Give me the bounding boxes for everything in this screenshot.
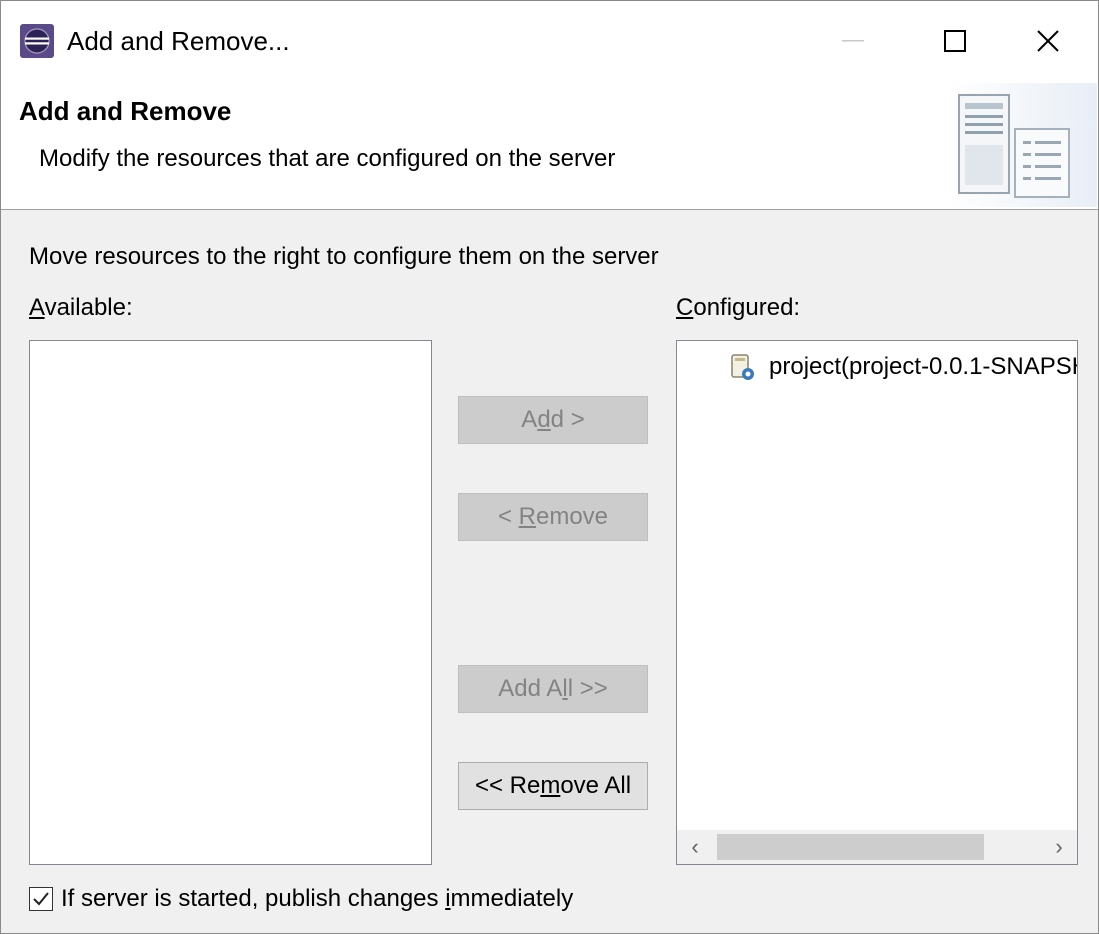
banner-title: Add and Remove [19,96,232,126]
available-label: Available: [29,292,133,324]
add-button-text-post: d > [550,406,585,433]
remove-all-button-mnemonic: m [540,772,561,799]
publish-option[interactable]: If server is started, publish changes im… [29,885,573,913]
scroll-left-icon[interactable]: ‹ [677,830,713,864]
add-all-button-text-pre: Add A [498,675,563,702]
configured-label: Configured: [676,292,800,324]
remove-all-button-text-post: ove All [560,772,632,799]
scroll-right-icon[interactable]: › [1041,830,1077,864]
available-list[interactable] [29,340,432,865]
window-title: Add and Remove... [67,26,290,56]
title-bar[interactable]: Add and Remove... [1,1,1098,81]
add-all-button-text-post: l >> [567,675,608,702]
instruction-text: Move resources to the right to configure… [29,243,659,270]
add-button-mnemonic: d [537,406,551,433]
publish-label-post: mmediately [450,885,574,912]
minimize-button[interactable] [823,15,883,67]
add-remove-dialog: Add and Remove... Add and Remove Modify … [0,0,1099,934]
dialog-banner: Add and Remove Modify the resources that… [1,81,1098,210]
checkmark-icon [33,892,49,906]
available-label-mnemonic: A [29,294,45,321]
remove-button[interactable]: < Remove [458,493,648,541]
horizontal-scrollbar[interactable]: ‹ › [677,830,1077,864]
add-button-text-pre: A [521,406,538,433]
banner-description: Modify the resources that are configured… [39,145,616,172]
server-config-graphic [947,83,1097,207]
configured-item-label: project(project-0.0.1-SNAPSHOT) [769,353,1077,380]
scrollbar-thumb[interactable] [717,834,984,860]
eclipse-app-icon [20,24,54,58]
remove-button-text-post: emove [535,503,609,530]
remove-button-text-pre: < [497,503,519,530]
publish-checkbox[interactable] [29,887,53,911]
remove-all-button-text-pre: << Re [474,772,541,799]
configured-label-text: onfigured: [693,294,801,321]
available-label-text: vailable: [44,294,133,321]
add-all-button[interactable]: Add All >> [458,665,648,713]
maximize-button[interactable] [925,15,985,67]
maximize-icon [944,30,966,52]
add-button[interactable]: Add > [458,396,648,444]
remove-button-mnemonic: R [518,503,536,530]
remove-all-button[interactable]: << Re m ove All [458,762,648,810]
publish-label-pre: If server is started, publish changes [61,885,446,912]
configured-item[interactable]: project(project-0.0.1-SNAPSHOT) [727,349,1077,385]
close-button[interactable] [1018,15,1078,67]
project-module-icon [731,354,754,380]
configured-label-mnemonic: C [676,294,694,321]
minimize-icon [842,40,864,42]
configured-list[interactable]: project(project-0.0.1-SNAPSHOT) ‹ › [676,340,1078,865]
close-icon [1037,30,1059,52]
